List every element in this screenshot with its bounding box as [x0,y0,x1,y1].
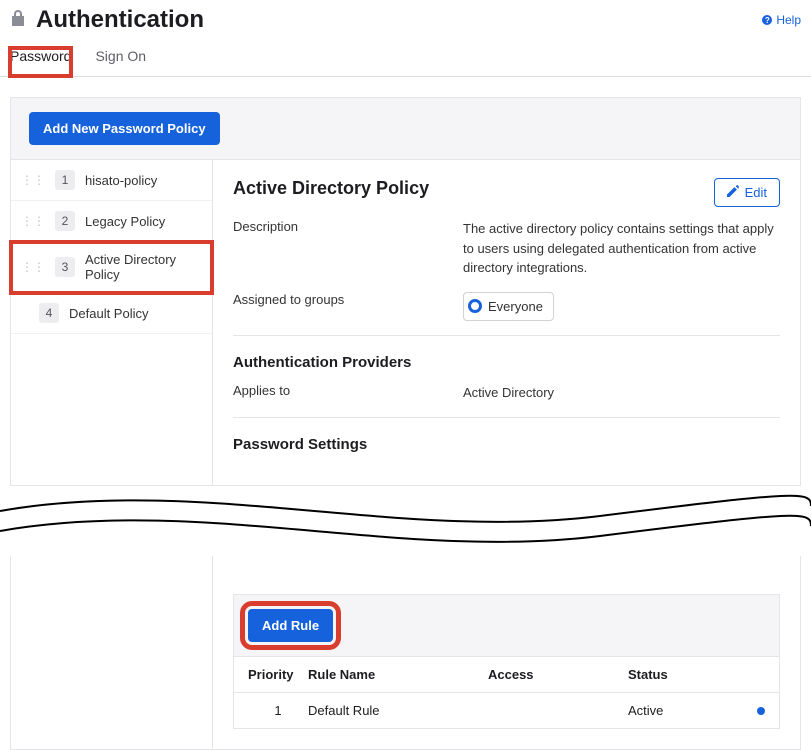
rule-row[interactable]: 1 Default Rule Active [234,693,779,728]
col-header-rule-name: Rule Name [308,667,488,682]
policy-priority-badge: 4 [39,303,59,323]
pencil-icon [727,185,739,200]
password-settings-heading: Password Settings [233,436,780,453]
group-icon [468,299,482,313]
policy-item-active-directory[interactable]: ⋮⋮ 3 Active Directory Policy [11,242,212,293]
lock-icon [10,9,26,32]
drag-handle-icon[interactable]: ⋮⋮ [21,264,45,270]
rule-status: Active [628,703,735,718]
policy-priority-badge: 1 [55,170,75,190]
auth-providers-heading: Authentication Providers [233,354,780,371]
policy-label: Active Directory Policy [85,252,202,282]
tab-password[interactable]: Password [10,48,71,76]
applies-to-label: Applies to [233,383,463,403]
col-header-priority: Priority [248,667,308,682]
panel-title: Active Directory Policy [233,178,429,199]
col-header-access: Access [488,667,628,682]
divider [233,335,780,336]
drag-handle-icon[interactable]: ⋮⋮ [21,218,45,224]
policy-label: Default Policy [69,306,148,321]
description-value: The active directory policy contains set… [463,219,780,278]
policy-priority-badge: 3 [55,257,75,277]
group-chip-label: Everyone [488,297,543,317]
group-chip-everyone[interactable]: Everyone [463,292,554,322]
tab-signon[interactable]: Sign On [95,48,146,76]
edit-button[interactable]: Edit [714,178,780,207]
description-label: Description [233,219,463,278]
add-password-policy-button[interactable]: Add New Password Policy [29,112,220,145]
edit-label: Edit [745,185,767,200]
divider [233,417,780,418]
policy-label: hisato-policy [85,173,157,188]
rule-priority: 1 [248,703,308,718]
truncation-wave [0,486,811,556]
policy-item[interactable]: ⋮⋮ 1 hisato-policy [11,160,212,201]
help-link[interactable]: ? Help [762,13,801,27]
help-label: Help [776,13,801,27]
add-rule-button[interactable]: Add Rule [248,609,333,642]
policy-item[interactable]: ⋮⋮ 2 Legacy Policy [11,201,212,242]
policy-priority-badge: 2 [55,211,75,231]
help-icon: ? [762,15,772,25]
drag-handle-icon[interactable]: ⋮⋮ [21,177,45,183]
applies-to-value: Active Directory [463,383,780,403]
rule-name: Default Rule [308,703,488,718]
assigned-groups-label: Assigned to groups [233,292,463,322]
info-icon[interactable] [757,707,765,715]
policy-sidebar: ⋮⋮ 1 hisato-policy ⋮⋮ 2 Legacy Policy ⋮⋮… [11,160,213,485]
policy-item[interactable]: 4 Default Policy [11,293,212,334]
page-title: Authentication [36,6,204,34]
policy-label: Legacy Policy [85,214,165,229]
col-header-status: Status [628,667,735,682]
